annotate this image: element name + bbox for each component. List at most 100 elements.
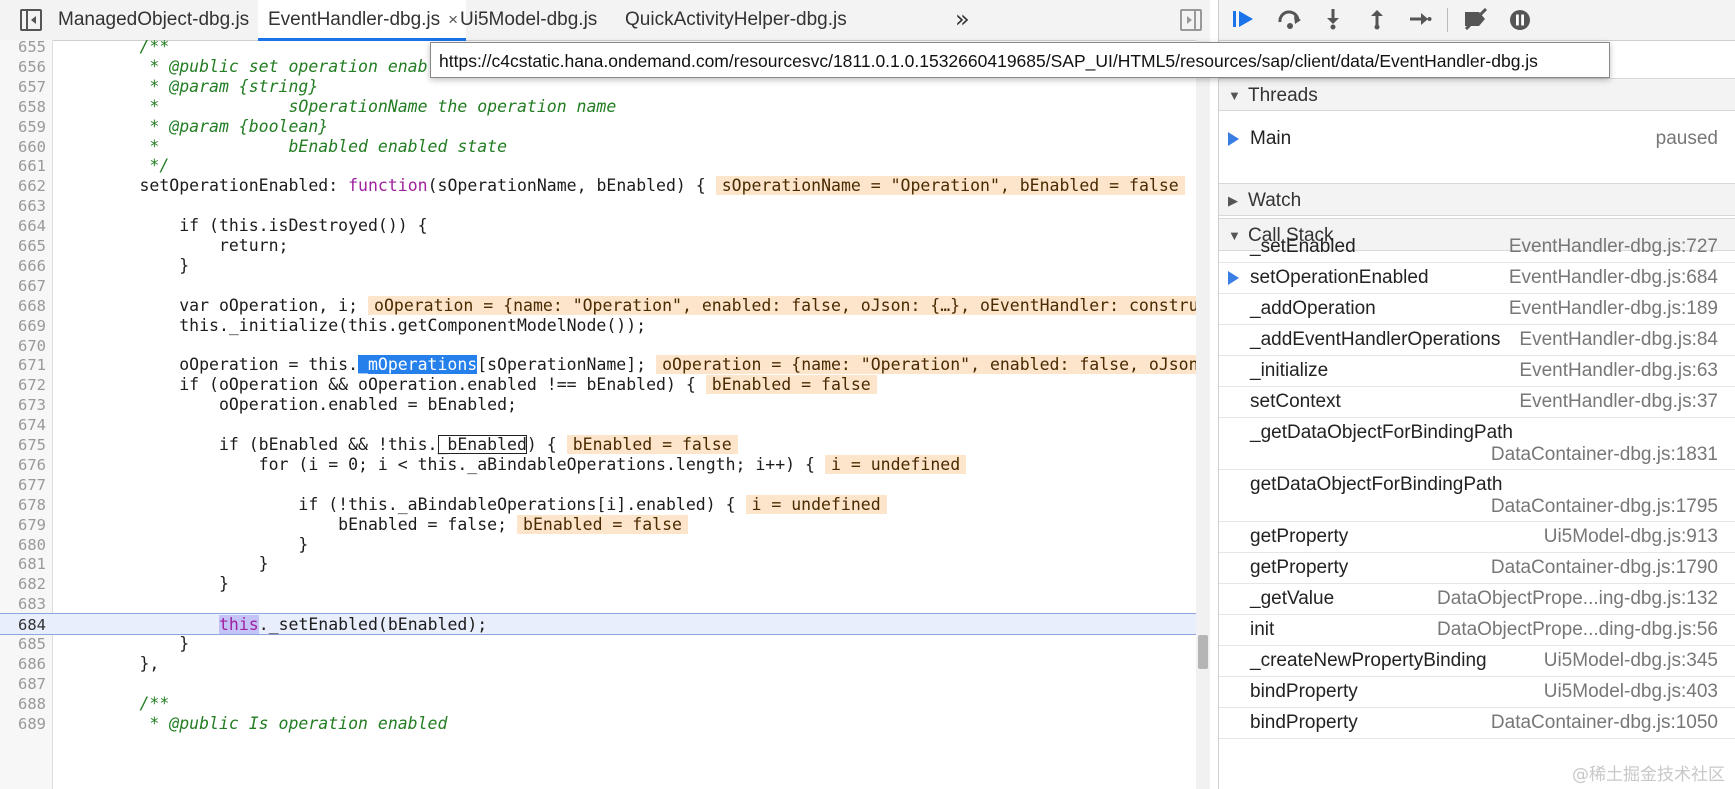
- line-number[interactable]: 675: [0, 434, 46, 456]
- line-number[interactable]: 663: [0, 195, 46, 217]
- step-into-button[interactable]: [1320, 8, 1346, 32]
- call-stack-frame[interactable]: getDataObjectForBindingPath DataContainer…: [1219, 470, 1735, 522]
- toggle-debugger-icon[interactable]: [1180, 9, 1202, 31]
- editor-tab[interactable]: ManagedObject-dbg.js: [58, 0, 249, 40]
- call-stack-frame[interactable]: _addOperation EventHandler-dbg.js:189: [1219, 294, 1735, 325]
- editor-tab[interactable]: QuickActivityHelper-dbg.js: [625, 0, 847, 40]
- code-text: * @param {string}: [60, 76, 318, 98]
- line-number[interactable]: 689: [0, 713, 46, 735]
- code-segment: if (bEnabled && !this.: [60, 435, 438, 454]
- line-number[interactable]: 667: [0, 275, 46, 297]
- line-number[interactable]: 677: [0, 474, 46, 496]
- line-number[interactable]: 661: [0, 155, 46, 177]
- call-stack-frame[interactable]: getProperty Ui5Model-dbg.js:913: [1219, 522, 1735, 553]
- call-stack-frame[interactable]: _getDataObjectForBindingPath DataContaine…: [1219, 418, 1735, 470]
- call-stack-frame[interactable]: bindProperty Ui5Model-dbg.js:403: [1219, 677, 1735, 708]
- frame-location: DataContainer-dbg.js:1831: [1490, 444, 1718, 465]
- call-stack-frame[interactable]: bindProperty DataContainer-dbg.js:1050: [1219, 708, 1735, 739]
- editor-tab[interactable]: EventHandler-dbg.js ×: [258, 0, 467, 41]
- editor-scrollbar-thumb[interactable]: [1198, 635, 1208, 669]
- line-number[interactable]: 679: [0, 514, 46, 536]
- line-number[interactable]: 683: [0, 593, 46, 615]
- code-segment: return;: [60, 236, 289, 255]
- line-number[interactable]: 664: [0, 215, 46, 237]
- code-segment: if (oOperation && oOperation.enabled !==…: [60, 375, 696, 395]
- code-segment: oOperation.enabled = bEnabled;: [60, 395, 517, 415]
- call-stack-frame[interactable]: init DataObjectPrope...ding-dbg.js:56: [1219, 615, 1735, 646]
- frame-function-name: getDataObjectForBindingPath: [1250, 474, 1503, 495]
- step-over-button[interactable]: [1276, 8, 1302, 32]
- call-stack-frame[interactable]: setContext EventHandler-dbg.js:37: [1219, 387, 1735, 418]
- code-segment: * bEnabled enabled state: [60, 136, 508, 156]
- call-stack-frame[interactable]: setOperationEnabled EventHandler-dbg.js:6…: [1219, 263, 1735, 294]
- step-button[interactable]: [1407, 8, 1433, 32]
- code-text: }: [60, 553, 269, 575]
- code-line: 671 oOperation = this._mOperations[sOper…: [0, 354, 1196, 376]
- code-line: 679 bEnabled = false; bEnabled = false: [0, 514, 1196, 536]
- toggle-navigator-icon[interactable]: [20, 9, 42, 31]
- code-segment: (sOperationName, bEnabled) {: [427, 176, 706, 196]
- line-number[interactable]: 680: [0, 534, 46, 556]
- call-stack-frame[interactable]: _setEnabled EventHandler-dbg.js:727: [1219, 232, 1735, 263]
- line-number[interactable]: 665: [0, 235, 46, 257]
- code-line: 670: [0, 335, 1196, 357]
- line-number[interactable]: 657: [0, 76, 46, 98]
- call-stack-frame[interactable]: getProperty DataContainer-dbg.js:1790: [1219, 553, 1735, 584]
- threads-section-header[interactable]: ▼ Threads: [1219, 78, 1735, 111]
- code-line: 686 },: [0, 653, 1196, 675]
- line-number[interactable]: 673: [0, 394, 46, 416]
- line-number[interactable]: 671: [0, 354, 46, 376]
- deactivate-breakpoints-icon: [1464, 7, 1488, 31]
- editor-tab[interactable]: Ui5Model-dbg.js: [460, 0, 597, 40]
- line-number[interactable]: 687: [0, 673, 46, 695]
- code-segment: oOperation = this.: [60, 355, 359, 375]
- inline-variable-value: oOperation = {name: "Operation", enabled…: [368, 295, 1196, 315]
- call-stack-frame[interactable]: _addEventHandlerOperations EventHandler-d…: [1219, 325, 1735, 356]
- code-text: * @public Is operation enabled: [60, 713, 447, 735]
- line-number[interactable]: 669: [0, 315, 46, 337]
- highlighted-token: this: [218, 615, 259, 635]
- editor-tab-label: Ui5Model-dbg.js: [460, 9, 598, 30]
- editor-scrollbar[interactable]: [1196, 40, 1210, 789]
- line-number[interactable]: 682: [0, 573, 46, 595]
- tab-close-icon[interactable]: ×: [448, 10, 458, 29]
- call-stack-frame[interactable]: _getValue DataObjectPrope...ing-dbg.js:13…: [1219, 584, 1735, 615]
- deactivate-breakpoints-button[interactable]: [1462, 7, 1488, 32]
- resume-button[interactable]: [1231, 8, 1257, 32]
- code-text: * sOperationName the operation name: [60, 96, 616, 118]
- tab-overflow-icon[interactable]: »: [955, 5, 970, 33]
- line-number[interactable]: 678: [0, 494, 46, 516]
- code-line: 677: [0, 474, 1196, 496]
- line-number[interactable]: 672: [0, 374, 46, 396]
- frame-function-name: init: [1250, 619, 1275, 640]
- pause-on-exceptions-button[interactable]: [1507, 8, 1533, 32]
- line-number[interactable]: 660: [0, 136, 46, 158]
- line-number[interactable]: 659: [0, 116, 46, 138]
- code-segment: }: [60, 534, 309, 554]
- code-text: }: [60, 534, 308, 556]
- line-number[interactable]: 668: [0, 295, 46, 317]
- step-out-button[interactable]: [1364, 8, 1390, 32]
- code-area[interactable]: 655 /** 656 * @public set operation enabl…: [0, 40, 1196, 789]
- line-number[interactable]: 662: [0, 175, 46, 197]
- line-number[interactable]: 666: [0, 255, 46, 277]
- code-line: 657 * @param {string}: [0, 76, 1196, 98]
- line-number[interactable]: 685: [0, 633, 46, 655]
- code-text: },: [60, 653, 159, 675]
- code-line: 662 setOperationEnabled: function(sOpera…: [0, 175, 1196, 197]
- watch-section-header[interactable]: ▶ Watch: [1219, 183, 1735, 216]
- call-stack-frame[interactable]: _initialize EventHandler-dbg.js:63: [1219, 356, 1735, 387]
- thread-item-main[interactable]: Main paused: [1219, 122, 1735, 156]
- line-number[interactable]: 674: [0, 414, 46, 436]
- line-number[interactable]: 656: [0, 56, 46, 78]
- line-number[interactable]: 658: [0, 96, 46, 118]
- step-out-icon: [1371, 10, 1383, 30]
- line-number[interactable]: 688: [0, 693, 46, 715]
- code-segment: * @param {boolean}: [60, 116, 329, 136]
- line-number[interactable]: 686: [0, 653, 46, 675]
- code-text: if (oOperation && oOperation.enabled !==…: [60, 374, 877, 396]
- line-number[interactable]: 676: [0, 454, 46, 476]
- line-number[interactable]: 681: [0, 553, 46, 575]
- call-stack-frame[interactable]: _createNewPropertyBinding Ui5Model-dbg.js…: [1219, 646, 1735, 677]
- line-number[interactable]: 670: [0, 335, 46, 357]
